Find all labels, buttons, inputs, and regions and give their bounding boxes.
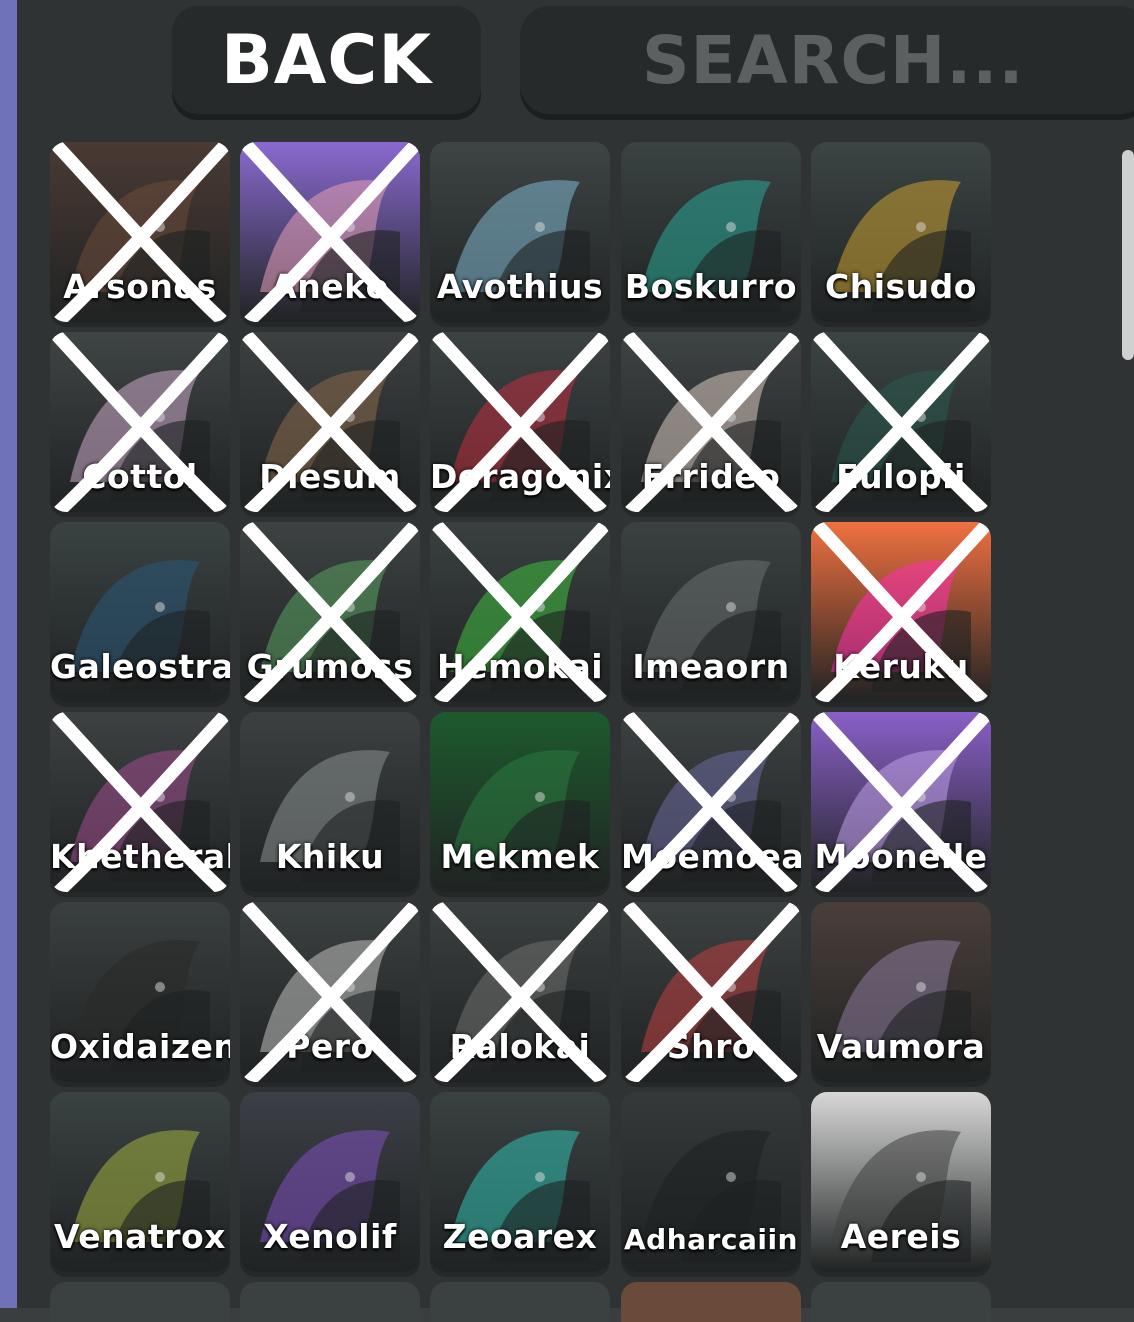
creature-tile-moemoea[interactable]: Moemoea bbox=[621, 712, 801, 892]
creature-tile-errideo[interactable]: Errideo bbox=[621, 332, 801, 512]
creature-tile-grumoss[interactable]: Grumoss bbox=[240, 522, 420, 702]
scrollbar-thumb[interactable] bbox=[1122, 150, 1134, 360]
creature-tile-imeaorn[interactable]: Imeaorn bbox=[621, 522, 801, 702]
creature-name-label: Imeaorn bbox=[632, 647, 790, 686]
creature-tile-khetheral[interactable]: Khetheral bbox=[50, 712, 230, 892]
creature-name-label: Doragonix bbox=[430, 457, 610, 496]
grid-tile-partial[interactable] bbox=[240, 1282, 420, 1322]
grid-tile-partial[interactable] bbox=[50, 1282, 230, 1322]
creature-name-label: Venatrox bbox=[54, 1217, 226, 1256]
creature-name-label: Oxidaizen bbox=[50, 1027, 230, 1066]
creature-name-label: Xenolif bbox=[263, 1217, 397, 1256]
creature-name-label: Adharcaiin bbox=[624, 1223, 798, 1256]
creature-tile-eulopii[interactable]: Eulopii bbox=[811, 332, 991, 512]
creature-name-label: Grumoss bbox=[246, 647, 414, 686]
creature-tile-xenolif[interactable]: Xenolif bbox=[240, 1092, 420, 1272]
creature-tile-pero[interactable]: Pero bbox=[240, 902, 420, 1082]
creature-name-label: Aereis bbox=[840, 1217, 962, 1256]
creature-name-label: Aneko bbox=[271, 267, 389, 306]
creature-tile-venatrox[interactable]: Venatrox bbox=[50, 1092, 230, 1272]
creature-name-label: Chisudo bbox=[825, 267, 977, 306]
creature-tile-moonelle[interactable]: Moonelle bbox=[811, 712, 991, 892]
left-edge-strip bbox=[0, 0, 17, 1308]
creature-tile-khiku[interactable]: Khiku bbox=[240, 712, 420, 892]
creature-name-label: Keruku bbox=[833, 647, 969, 686]
creature-name-label: Moonelle bbox=[814, 837, 988, 876]
grid-tile-partial[interactable] bbox=[621, 1282, 801, 1322]
creature-name-label: Moemoea bbox=[621, 837, 801, 876]
creature-tile-hemokai[interactable]: Hemokai bbox=[430, 522, 610, 702]
creature-tile-cottol[interactable]: Cottol bbox=[50, 332, 230, 512]
creature-tile-doragonix[interactable]: Doragonix bbox=[430, 332, 610, 512]
creature-name-label: Arsonos bbox=[63, 267, 217, 306]
creature-tile-chisudo[interactable]: Chisudo bbox=[811, 142, 991, 322]
creature-name-label: Khiku bbox=[275, 837, 385, 876]
creature-tile-diesum[interactable]: Diesum bbox=[240, 332, 420, 512]
creature-tile-boskurro[interactable]: Boskurro bbox=[621, 142, 801, 322]
creature-tile-arsonos[interactable]: Arsonos bbox=[50, 142, 230, 322]
creature-tile-keruku[interactable]: Keruku bbox=[811, 522, 991, 702]
creature-name-label: Galeostra bbox=[50, 647, 230, 686]
creature-name-label: Hemokai bbox=[436, 647, 604, 686]
creature-tile-shro[interactable]: Shro bbox=[621, 902, 801, 1082]
creature-tile-vaumora[interactable]: Vaumora bbox=[811, 902, 991, 1082]
back-button[interactable]: BACK bbox=[172, 6, 481, 114]
grid-tile-partial[interactable] bbox=[430, 1282, 610, 1322]
creature-name-label: Eulopii bbox=[836, 457, 966, 496]
creature-name-label: Khetheral bbox=[50, 837, 230, 876]
creature-tile-ralokai[interactable]: Ralokai bbox=[430, 902, 610, 1082]
creature-name-label: Cottol bbox=[82, 457, 198, 496]
creature-name-label: Mekmek bbox=[440, 837, 600, 876]
creature-tile-aneko[interactable]: Aneko bbox=[240, 142, 420, 322]
creature-tile-galeostra[interactable]: Galeostra bbox=[50, 522, 230, 702]
creature-tile-aereis[interactable]: Aereis bbox=[811, 1092, 991, 1272]
creature-name-label: Errideo bbox=[641, 457, 781, 496]
creature-name-label: Diesum bbox=[259, 457, 401, 496]
creature-tile-avothius[interactable]: Avothius bbox=[430, 142, 610, 322]
creature-name-label: Ralokai bbox=[449, 1027, 591, 1066]
creature-name-label: Shro bbox=[666, 1027, 756, 1066]
creature-tile-oxidaizen[interactable]: Oxidaizen bbox=[50, 902, 230, 1082]
creature-name-label: Zeoarex bbox=[442, 1217, 598, 1256]
creature-tile-mekmek[interactable]: Mekmek bbox=[430, 712, 610, 892]
grid-tile-partial[interactable] bbox=[811, 1282, 991, 1322]
creature-tile-adharcaiin[interactable]: Adharcaiin bbox=[621, 1092, 801, 1272]
creature-name-label: Vaumora bbox=[816, 1027, 986, 1066]
creature-tile-zeoarex[interactable]: Zeoarex bbox=[430, 1092, 610, 1272]
creature-name-label: Boskurro bbox=[624, 267, 798, 306]
search-input[interactable]: SEARCH... bbox=[520, 6, 1134, 114]
creature-name-label: Avothius bbox=[436, 267, 604, 306]
creature-name-label: Pero bbox=[286, 1027, 374, 1066]
